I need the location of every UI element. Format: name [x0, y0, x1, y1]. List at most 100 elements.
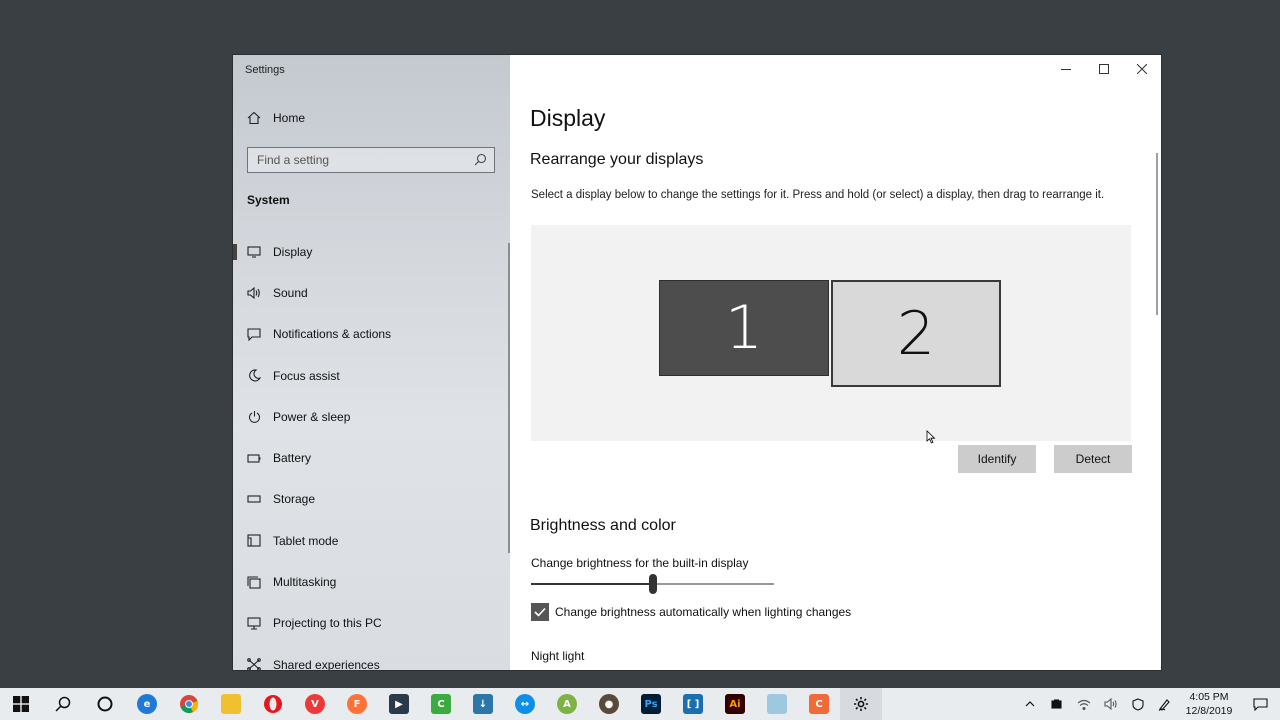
app-icon: C	[809, 694, 829, 714]
brightness-slider[interactable]	[531, 574, 774, 594]
rearrange-description: Select a display below to change the set…	[531, 189, 1105, 201]
sidebar-item-display[interactable]: Display	[233, 231, 510, 272]
taskbar-app-4[interactable]: C	[798, 688, 840, 720]
tray-security[interactable]	[1124, 688, 1151, 720]
taskbar-clock[interactable]: 4:05 PM 12/8/2019	[1178, 690, 1240, 718]
search-box[interactable]	[247, 147, 495, 173]
auto-brightness-row[interactable]: Change brightness automatically when lig…	[531, 603, 851, 621]
action-center-button[interactable]	[1240, 688, 1280, 720]
taskbar-app-android-studio[interactable]: A	[546, 688, 588, 720]
sidebar-item-battery[interactable]: Battery	[233, 437, 510, 478]
speaker-icon	[247, 286, 261, 300]
tray-pen[interactable]	[1151, 688, 1178, 720]
chrome-icon	[180, 695, 198, 713]
display-arrangement-area[interactable]: 1 2	[531, 225, 1131, 441]
home-label: Home	[273, 111, 306, 125]
sidebar-item-multitasking[interactable]: Multitasking	[233, 561, 510, 602]
search-button[interactable]	[42, 688, 84, 720]
app-icon: ●	[599, 694, 619, 714]
sidebar-item-label: Tablet mode	[273, 533, 339, 548]
settings-icon	[854, 697, 868, 711]
auto-brightness-checkbox[interactable]	[531, 603, 549, 621]
file-explorer-icon	[221, 694, 241, 714]
sidebar-item-focus-assist[interactable]: Focus assist	[233, 355, 510, 396]
brightness-slider-thumb[interactable]	[648, 574, 657, 594]
sidebar-item-label: Battery	[273, 451, 312, 466]
brackets-icon: [ ]	[683, 694, 703, 714]
home-link[interactable]: Home	[247, 111, 305, 125]
page-title: Display	[530, 105, 606, 131]
taskbar-app-firefox[interactable]: F	[336, 688, 378, 720]
start-button[interactable]	[0, 688, 42, 720]
taskbar-app-photoshop[interactable]: Ps	[630, 688, 672, 720]
identify-button[interactable]: Identify	[958, 445, 1036, 473]
detect-button[interactable]: Detect	[1054, 445, 1132, 473]
sidebar-item-label: Notifications & actions	[273, 327, 392, 342]
sidebar-item-shared-experiences[interactable]: Shared experiences	[233, 644, 510, 670]
opera-icon	[264, 695, 282, 713]
tray-battery[interactable]	[1043, 688, 1070, 720]
sidebar-item-power-sleep[interactable]: Power & sleep	[233, 396, 510, 437]
sidebar-item-label: Sound	[273, 285, 308, 300]
sidebar-item-label: Projecting to this PC	[273, 616, 382, 631]
monitor-2[interactable]: 2	[831, 280, 1001, 387]
sidebar-scrollbar[interactable]	[508, 243, 510, 553]
monitor-icon	[247, 245, 261, 259]
clock-time: 4:05 PM	[1189, 691, 1229, 703]
tray-network[interactable]	[1070, 688, 1097, 720]
sidebar-item-notifications[interactable]: Notifications & actions	[233, 314, 510, 355]
mouse-cursor-icon	[926, 430, 936, 444]
taskbar-app-camtasia[interactable]: C	[420, 688, 462, 720]
taskbar-app-opera[interactable]	[252, 688, 294, 720]
photoshop-icon: Ps	[641, 694, 661, 714]
rearrange-heading: Rearrange your displays	[530, 151, 704, 168]
android-studio-icon: A	[557, 694, 577, 714]
sidebar-item-label: Shared experiences	[273, 657, 380, 670]
taskbar-app-settings[interactable]	[840, 688, 882, 720]
taskbar-app-edge[interactable]: e	[126, 688, 168, 720]
taskbar-app-illustrator[interactable]: Ai	[714, 688, 756, 720]
taskbar-app-teamviewer[interactable]: ↔	[504, 688, 546, 720]
taskbar-app-1[interactable]: ▶	[378, 688, 420, 720]
tablet-icon	[247, 534, 261, 548]
taskbar-app-3[interactable]	[756, 688, 798, 720]
taskbar-app-brackets[interactable]: [ ]	[672, 688, 714, 720]
tray-volume[interactable]	[1097, 688, 1124, 720]
notification-icon	[247, 327, 261, 341]
search-icon[interactable]	[474, 153, 487, 166]
notification-icon	[1252, 697, 1268, 711]
night-light-label: Night light	[531, 649, 585, 663]
sidebar: Settings Home System Display	[233, 55, 510, 670]
taskbar-app-file-explorer[interactable]	[210, 688, 252, 720]
home-icon	[247, 111, 261, 125]
settings-window: Settings Home System Display	[233, 55, 1161, 670]
edge-icon: e	[137, 694, 157, 714]
cortana-button[interactable]	[84, 688, 126, 720]
sidebar-item-projecting[interactable]: Projecting to this PC	[233, 603, 510, 644]
sidebar-item-sound[interactable]: Sound	[233, 272, 510, 313]
tray-chevron[interactable]	[1016, 688, 1043, 720]
clock-date: 12/8/2019	[1185, 705, 1233, 717]
auto-brightness-label: Change brightness automatically when lig…	[555, 605, 852, 619]
projecting-icon	[247, 616, 261, 630]
moon-icon	[247, 369, 261, 383]
battery-icon	[1050, 699, 1062, 709]
taskbar-app-2[interactable]: ●	[588, 688, 630, 720]
vivaldi-icon: V	[305, 694, 325, 714]
sidebar-item-label: Power & sleep	[273, 409, 351, 424]
sidebar-item-tablet-mode[interactable]: Tablet mode	[233, 520, 510, 561]
start-icon	[13, 696, 29, 712]
taskbar-app-download[interactable]: ↓	[462, 688, 504, 720]
storage-icon	[247, 492, 261, 506]
speaker-icon	[1103, 698, 1117, 710]
sidebar-item-storage[interactable]: Storage	[233, 479, 510, 520]
sidebar-item-label: Multitasking	[273, 575, 337, 590]
monitor-1[interactable]: 1	[659, 280, 829, 376]
shared-experiences-icon	[247, 658, 261, 670]
battery-icon	[247, 451, 261, 465]
taskbar-app-chrome[interactable]	[168, 688, 210, 720]
section-label: System	[247, 193, 290, 207]
content-scrollbar[interactable]	[1156, 153, 1158, 315]
taskbar-app-vivaldi[interactable]: V	[294, 688, 336, 720]
search-input[interactable]	[248, 148, 467, 172]
